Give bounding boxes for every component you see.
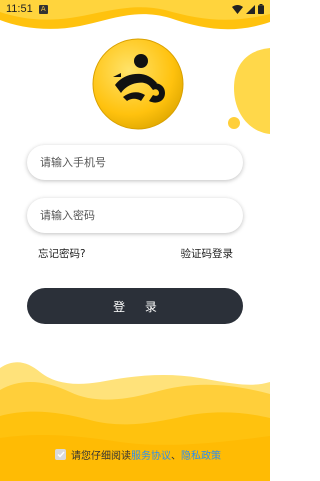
login-button[interactable]: 登 录 <box>27 288 243 324</box>
agreement-separator: 、 <box>171 451 181 462</box>
password-input[interactable] <box>38 208 232 223</box>
check-icon <box>57 451 65 458</box>
phone-input[interactable] <box>38 155 232 170</box>
signal-icon <box>246 4 255 14</box>
phone-input-container <box>27 145 243 180</box>
agreement-prefix: 请您仔细阅读 <box>71 451 131 462</box>
status-bar: 11:51 A <box>0 0 270 18</box>
status-time: 11:51 <box>6 3 33 15</box>
battery-icon <box>258 4 264 14</box>
service-agreement-link[interactable]: 服务协议 <box>131 447 171 462</box>
password-input-container <box>27 198 243 233</box>
privacy-policy-link[interactable]: 隐私政策 <box>181 447 221 462</box>
app-logo <box>92 38 184 130</box>
sms-login-link[interactable]: 验证码登录 <box>181 246 234 261</box>
forgot-password-link[interactable]: 忘记密码? <box>38 246 86 261</box>
agreement-checkbox[interactable] <box>55 449 66 460</box>
dot-decoration <box>228 117 240 129</box>
wifi-icon <box>232 4 243 14</box>
notification-icon: A <box>38 4 48 14</box>
agreement-row: 请您仔细阅读 服务协议 、 隐私政策 <box>55 447 221 462</box>
